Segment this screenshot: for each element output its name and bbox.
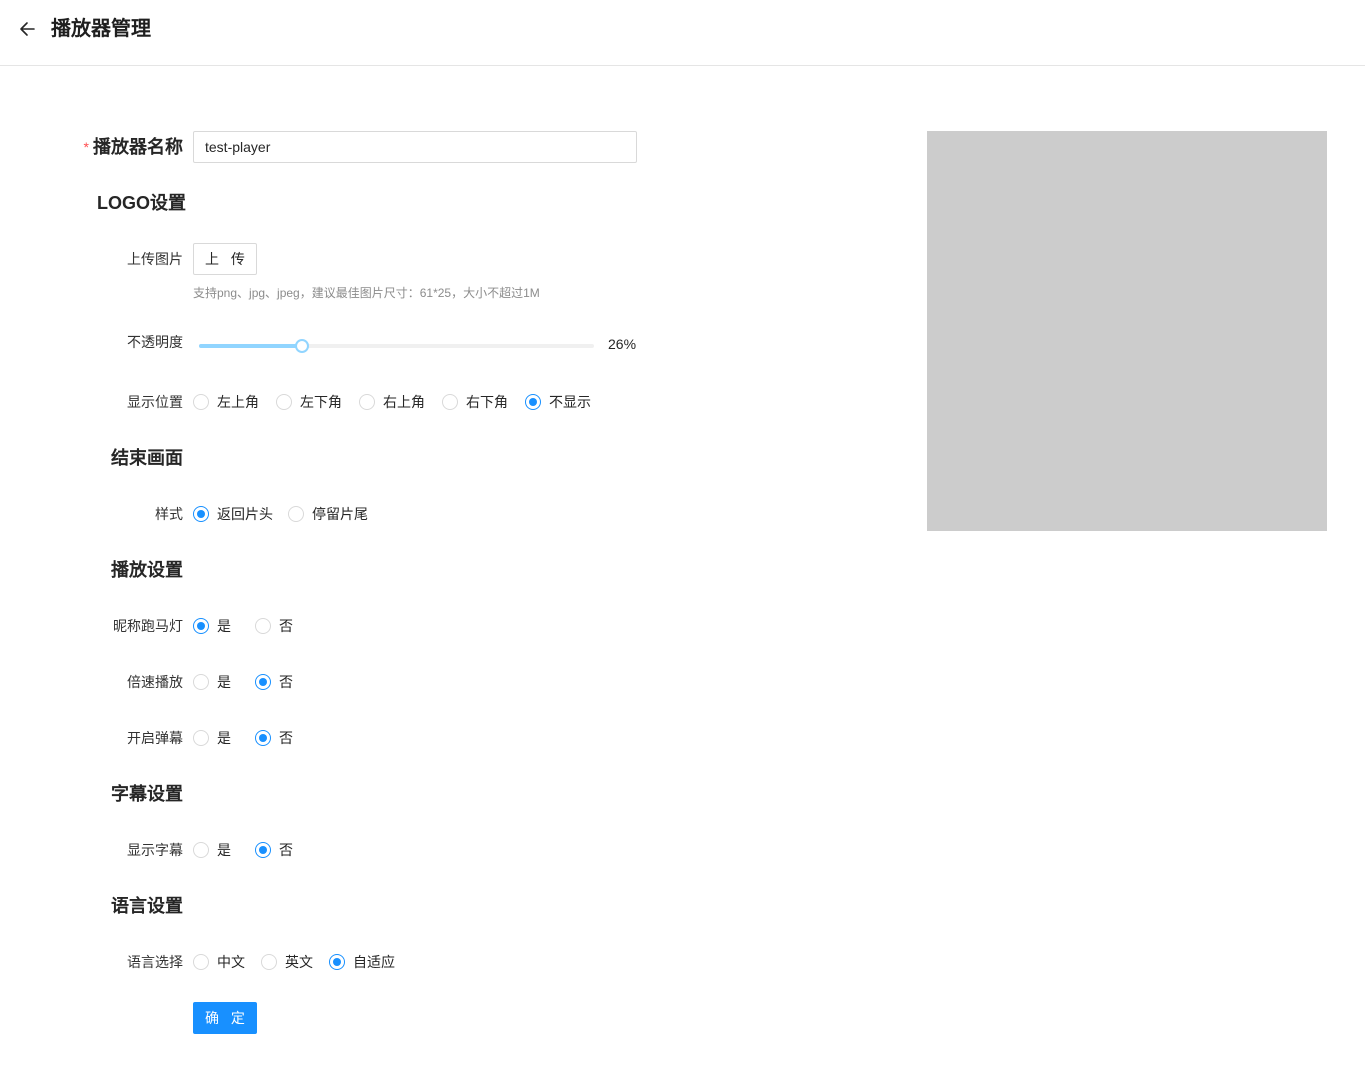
radio-circle[interactable] bbox=[261, 954, 277, 970]
radio-label: 不显示 bbox=[549, 394, 591, 410]
radio-end-return-start[interactable]: 返回片头 bbox=[193, 504, 273, 524]
radio-label: 是 bbox=[217, 618, 231, 634]
slider-track bbox=[199, 344, 302, 348]
arrow-left-icon[interactable] bbox=[17, 19, 37, 39]
radio-circle[interactable] bbox=[359, 394, 375, 410]
radio-circle[interactable] bbox=[255, 618, 271, 634]
player-preview bbox=[927, 131, 1327, 531]
radio-position-bottom-right[interactable]: 右下角 bbox=[442, 392, 508, 412]
radio-label: 英文 bbox=[285, 954, 313, 970]
danmaku-radio-group: 是 否 bbox=[193, 728, 317, 748]
radio-language-auto[interactable]: 自适应 bbox=[329, 952, 395, 972]
radio-danmaku-no[interactable]: 否 bbox=[255, 728, 293, 748]
radio-label: 否 bbox=[279, 730, 293, 746]
radio-label: 是 bbox=[217, 674, 231, 690]
radio-label: 左下角 bbox=[300, 394, 342, 410]
player-name-label-text: 播放器名称 bbox=[93, 137, 183, 157]
end-style-label: 样式 bbox=[155, 506, 183, 522]
radio-marquee-no[interactable]: 否 bbox=[255, 616, 293, 636]
section-play-settings-title: 播放设置 bbox=[111, 560, 183, 580]
upload-button[interactable]: 上 传 bbox=[193, 243, 257, 275]
radio-label: 否 bbox=[279, 674, 293, 690]
confirm-button[interactable]: 确 定 bbox=[193, 1002, 257, 1034]
radio-marquee-yes[interactable]: 是 bbox=[193, 616, 231, 636]
subtitle-label: 显示字幕 bbox=[127, 842, 183, 858]
radio-speed-yes[interactable]: 是 bbox=[193, 672, 231, 692]
radio-circle[interactable] bbox=[276, 394, 292, 410]
radio-label: 返回片头 bbox=[217, 506, 273, 522]
danmaku-label: 开启弹幕 bbox=[127, 730, 183, 746]
section-end-screen-title: 结束画面 bbox=[111, 448, 183, 468]
radio-position-hidden[interactable]: 不显示 bbox=[525, 392, 591, 412]
radio-speed-no[interactable]: 否 bbox=[255, 672, 293, 692]
radio-language-english[interactable]: 英文 bbox=[261, 952, 313, 972]
slider-handle[interactable] bbox=[294, 339, 309, 353]
radio-circle[interactable] bbox=[193, 954, 209, 970]
radio-position-top-left[interactable]: 左上角 bbox=[193, 392, 259, 412]
player-name-input[interactable] bbox=[193, 131, 637, 163]
language-radio-group: 中文 英文 自适应 bbox=[193, 952, 419, 972]
language-label: 语言选择 bbox=[127, 954, 183, 970]
radio-circle[interactable] bbox=[193, 730, 209, 746]
radio-circle[interactable] bbox=[193, 506, 209, 522]
radio-label: 中文 bbox=[217, 954, 245, 970]
radio-circle[interactable] bbox=[329, 954, 345, 970]
position-label: 显示位置 bbox=[127, 394, 183, 410]
radio-position-bottom-left[interactable]: 左下角 bbox=[276, 392, 342, 412]
radio-circle[interactable] bbox=[255, 674, 271, 690]
radio-subtitle-yes[interactable]: 是 bbox=[193, 840, 231, 860]
radio-subtitle-no[interactable]: 否 bbox=[255, 840, 293, 860]
speed-label: 倍速播放 bbox=[127, 674, 183, 690]
radio-position-top-right[interactable]: 右上角 bbox=[359, 392, 425, 412]
radio-label: 右上角 bbox=[383, 394, 425, 410]
subtitle-radio-group: 是 否 bbox=[193, 840, 317, 860]
radio-label: 自适应 bbox=[353, 954, 395, 970]
radio-label: 右下角 bbox=[466, 394, 508, 410]
radio-circle[interactable] bbox=[255, 730, 271, 746]
radio-label: 是 bbox=[217, 842, 231, 858]
radio-label: 停留片尾 bbox=[312, 506, 368, 522]
end-style-radio-group: 返回片头 停留片尾 bbox=[193, 504, 392, 524]
upload-hint: 支持png、jpg、jpeg，建议最佳图片尺寸：61*25，大小不超过1M bbox=[193, 286, 540, 300]
radio-label: 否 bbox=[279, 618, 293, 634]
radio-circle[interactable] bbox=[193, 842, 209, 858]
section-subtitle-title: 字幕设置 bbox=[111, 784, 183, 804]
marquee-label: 昵称跑马灯 bbox=[113, 618, 183, 634]
radio-end-stay-end[interactable]: 停留片尾 bbox=[288, 504, 368, 524]
page-header: 播放器管理 bbox=[0, 0, 1365, 66]
radio-circle[interactable] bbox=[525, 394, 541, 410]
opacity-label: 不透明度 bbox=[127, 334, 183, 350]
opacity-slider[interactable] bbox=[199, 338, 594, 354]
radio-circle[interactable] bbox=[288, 506, 304, 522]
page-title: 播放器管理 bbox=[51, 18, 151, 40]
radio-danmaku-yes[interactable]: 是 bbox=[193, 728, 231, 748]
speed-radio-group: 是 否 bbox=[193, 672, 317, 692]
opacity-value: 26% bbox=[608, 336, 637, 352]
marquee-radio-group: 是 否 bbox=[193, 616, 317, 636]
radio-circle[interactable] bbox=[193, 618, 209, 634]
radio-label: 是 bbox=[217, 730, 231, 746]
position-radio-group: 左上角 左下角 右上角 右下角 不显示 bbox=[193, 392, 615, 412]
upload-label: 上传图片 bbox=[127, 251, 183, 267]
player-name-label: * 播放器名称 bbox=[84, 135, 183, 160]
section-logo-title: LOGO设置 bbox=[97, 193, 186, 213]
required-mark: * bbox=[83, 139, 89, 155]
section-language-title: 语言设置 bbox=[111, 896, 183, 916]
radio-circle[interactable] bbox=[193, 674, 209, 690]
radio-circle[interactable] bbox=[193, 394, 209, 410]
radio-language-chinese[interactable]: 中文 bbox=[193, 952, 245, 972]
radio-circle[interactable] bbox=[255, 842, 271, 858]
radio-label: 否 bbox=[279, 842, 293, 858]
radio-circle[interactable] bbox=[442, 394, 458, 410]
radio-label: 左上角 bbox=[217, 394, 259, 410]
